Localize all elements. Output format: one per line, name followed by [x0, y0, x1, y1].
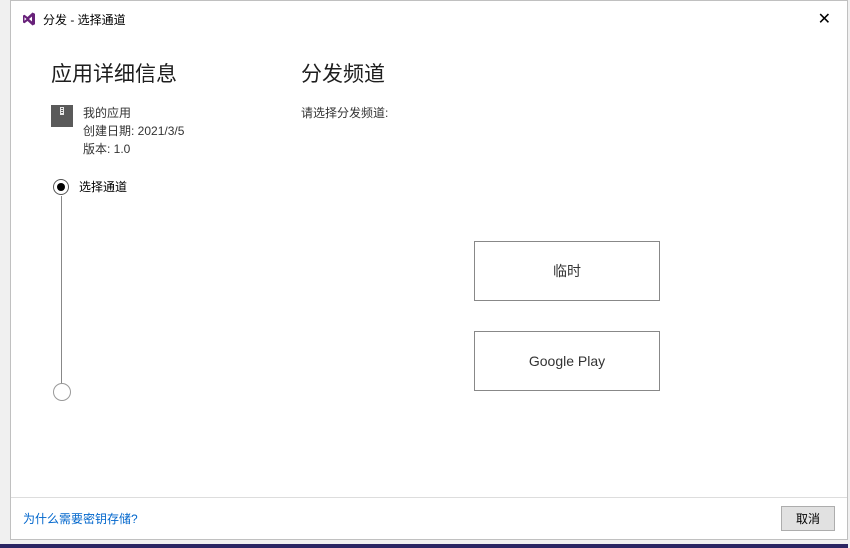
archive-icon [51, 105, 73, 127]
right-pane: 分发频道 请选择分发频道: 临时 Google Play [271, 58, 823, 401]
channel-heading: 分发频道 [301, 58, 823, 88]
close-button[interactable]: ✕ [812, 7, 837, 31]
step-1-select-channel: 选择通道 [53, 178, 271, 195]
app-details-heading: 应用详细信息 [51, 58, 271, 88]
channel-google-play-button[interactable]: Google Play [474, 331, 660, 391]
app-created-date: 创建日期: 2021/3/5 [83, 122, 184, 140]
titlebar: 分发 - 选择通道 ✕ [11, 1, 847, 38]
step-2-placeholder [53, 383, 271, 401]
titlebar-left: 分发 - 选择通道 [21, 11, 126, 28]
channel-buttons-group: 临时 Google Play [311, 241, 823, 391]
content-area: 应用详细信息 我的应用 创建日期: 2021/3/5 版本: 1.0 [11, 38, 847, 401]
app-info: 我的应用 创建日期: 2021/3/5 版本: 1.0 [51, 104, 271, 158]
step-1-label: 选择通道 [79, 178, 127, 195]
app-version: 版本: 1.0 [83, 140, 184, 158]
wizard-steps: 选择通道 [53, 178, 271, 401]
dialog-window: 分发 - 选择通道 ✕ 应用详细信息 我的应用 创建日期: 20 [10, 0, 848, 540]
cancel-button[interactable]: 取消 [781, 506, 835, 531]
left-pane: 应用详细信息 我的应用 创建日期: 2021/3/5 版本: 1.0 [51, 58, 271, 401]
visual-studio-icon [21, 11, 37, 27]
channel-prompt: 请选择分发频道: [301, 104, 823, 121]
footer: 为什么需要密钥存储? 取消 [11, 497, 847, 539]
radio-active-icon [53, 179, 69, 195]
app-name: 我的应用 [83, 104, 184, 122]
channel-adhoc-button[interactable]: 临时 [474, 241, 660, 301]
help-link-keystore[interactable]: 为什么需要密钥存储? [23, 510, 138, 527]
app-details-text: 我的应用 创建日期: 2021/3/5 版本: 1.0 [83, 104, 184, 158]
step-connector-line [61, 196, 62, 384]
radio-empty-icon [53, 383, 71, 401]
window-title: 分发 - 选择通道 [43, 11, 126, 28]
